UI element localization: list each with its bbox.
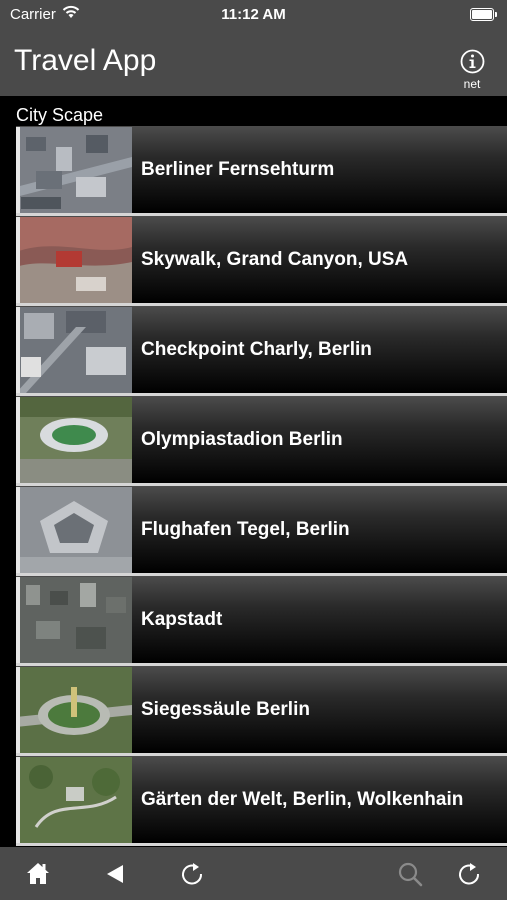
item-label: Checkpoint Charly, Berlin [141,338,372,360]
thumbnail-image [16,667,132,753]
list-item[interactable]: Berliner Fernsehturm [16,126,507,216]
info-icon[interactable] [460,49,485,74]
info-button-label[interactable]: net [459,77,485,91]
back-icon[interactable] [101,860,129,888]
thumbnail-image [16,397,132,483]
list-item[interactable]: Skywalk, Grand Canyon, USA [16,216,507,306]
item-label: Olympiastadion Berlin [141,428,343,450]
thumbnail-image [16,127,132,213]
navigation-bar: Travel App net [0,30,507,96]
item-label: Berliner Fernsehturm [141,158,335,180]
search-icon[interactable] [396,860,424,888]
page-title: Travel App [14,44,157,77]
place-list: Berliner Fernsehturm Skywalk, Grand Cany… [16,126,507,846]
thumbnail-image [16,487,132,573]
refresh-icon[interactable] [455,860,483,888]
item-label: Kapstadt [141,608,223,630]
item-label: Gärten der Welt, Berlin, Wolkenhain [141,788,464,810]
section-title: City Scape [16,105,104,125]
list-item[interactable]: Flughafen Tegel, Berlin [16,486,507,576]
status-bar: Carrier 11:12 AM [0,0,507,30]
reload-icon[interactable] [178,860,206,888]
thumbnail-image [16,307,132,393]
list-item[interactable]: Kapstadt [16,576,507,666]
clock: 11:12 AM [221,6,286,23]
thumbnail-image [16,217,132,303]
list-item[interactable]: Siegessäule Berlin [16,666,507,756]
battery-icon [470,8,497,21]
list-item[interactable]: Olympiastadion Berlin [16,396,507,486]
home-icon[interactable] [24,860,52,888]
item-label: Siegessäule Berlin [141,698,310,720]
thumbnail-image [16,757,132,843]
thumbnail-image [16,577,132,663]
item-label: Skywalk, Grand Canyon, USA [141,248,409,270]
item-label: Flughafen Tegel, Berlin [141,518,350,540]
list-item[interactable]: Gärten der Welt, Berlin, Wolkenhain [16,756,507,846]
list-item[interactable]: Checkpoint Charly, Berlin [16,306,507,396]
row-separator [16,843,507,846]
section-header: City Scape [0,96,507,126]
bottom-toolbar [0,847,507,900]
